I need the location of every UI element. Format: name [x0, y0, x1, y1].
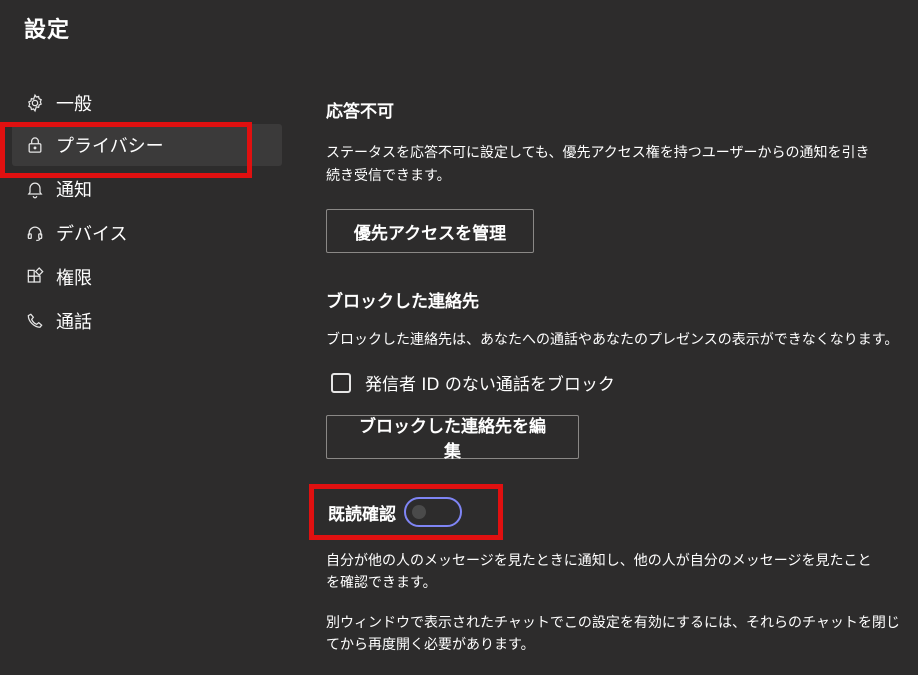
toggle-knob [412, 505, 426, 519]
dnd-heading: 応答不可 [326, 102, 394, 122]
read-receipts-toggle[interactable] [404, 497, 462, 527]
sidebar-item-label: プライバシー [56, 136, 164, 157]
bell-icon [24, 178, 46, 200]
edit-blocked-contacts-button[interactable]: ブロックした連絡先を編集 [326, 415, 579, 462]
read-receipts-description1-line2: を確認できます。 [326, 575, 437, 591]
read-receipts-row: 既読確認 [328, 497, 462, 527]
headset-icon [24, 222, 46, 244]
blocked-contacts-heading: ブロックした連絡先 [326, 292, 479, 312]
sidebar-item-label: デバイス [56, 224, 128, 245]
blocked-contacts-description: ブロックした連絡先は、あなたへの通話やあなたのプレゼンスの表示ができなくなります… [326, 332, 899, 348]
block-no-caller-id-row[interactable]: 発信者 ID のない通話をブロック [331, 370, 615, 395]
dnd-description-line2: 続き受信できます。 [326, 168, 451, 184]
sidebar-item-general[interactable]: 一般 [12, 82, 282, 124]
settings-window: 設定 一般 プライバシー 通知 デバイス 権限 通話 応答不可 ステータスを応答… [0, 0, 918, 675]
read-receipts-label: 既読確認 [328, 504, 396, 525]
sidebar-item-devices[interactable]: デバイス [12, 212, 282, 254]
manage-priority-access-button[interactable]: 優先アクセスを管理 [326, 209, 534, 253]
dnd-description-line1: ステータスを応答不可に設定しても、優先アクセス権を持つユーザーからの通知を引き [326, 145, 870, 161]
lock-icon [24, 134, 46, 156]
page-title: 設定 [24, 18, 71, 43]
sidebar-item-privacy[interactable]: プライバシー [12, 124, 282, 166]
gear-icon [24, 92, 46, 114]
read-receipts-description1-line1: 自分が他の人のメッセージを見たときに通知し、他の人が自分のメッセージを見たこと [326, 553, 872, 569]
block-no-caller-id-checkbox[interactable] [331, 372, 351, 393]
sidebar-item-notifications[interactable]: 通知 [12, 168, 282, 210]
phone-icon [24, 310, 46, 332]
sidebar-item-label: 通話 [56, 312, 92, 333]
sidebar-item-label: 通知 [56, 180, 92, 201]
sidebar-item-permissions[interactable]: 権限 [12, 256, 282, 298]
apps-icon [24, 266, 46, 288]
sidebar-item-label: 権限 [56, 268, 92, 289]
read-receipts-description2-line1: 別ウィンドウで表示されたチャットでこの設定を有効にするには、それらのチャットを閉… [326, 615, 900, 631]
read-receipts-description2-line2: てから再度開く必要があります。 [326, 637, 535, 653]
sidebar-item-calls[interactable]: 通話 [12, 300, 282, 342]
block-no-caller-id-label: 発信者 ID のない通話をブロック [365, 375, 615, 395]
sidebar-item-label: 一般 [56, 94, 92, 115]
